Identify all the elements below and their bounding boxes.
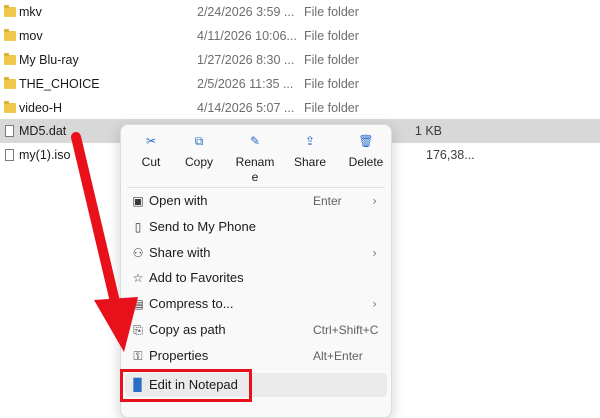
chevron-right-icon: ›: [372, 194, 377, 208]
menu-item-label: Properties: [149, 348, 209, 363]
compress-icon: ▤: [132, 297, 144, 311]
chevron-right-icon: ›: [372, 246, 377, 260]
copy-button[interactable]: ⧉ Copy: [178, 131, 220, 183]
copy-icon: ⧉: [194, 134, 204, 148]
file-size: 176,38...: [426, 148, 475, 162]
file-date: 4/14/2026 5:07 ...: [197, 101, 295, 115]
cut-icon: ✂: [145, 134, 157, 148]
document-icon: [5, 149, 14, 161]
copy-path-icon: ⎘: [133, 323, 143, 337]
file-name: video-H: [19, 101, 63, 115]
delete-label: Delete: [348, 155, 384, 169]
file-date: 1/27/2026 8:30 ...: [197, 53, 295, 67]
document-icon: [5, 125, 14, 137]
folder-icon: [4, 5, 16, 17]
file-date: 4/11/2026 10:06...: [197, 29, 297, 43]
menu-item-label: Compress to...: [149, 296, 234, 311]
file-date: 2/24/2026 3:59 ...: [197, 5, 295, 19]
rename-button[interactable]: ✎ Renam e: [233, 131, 277, 184]
share-with-icon: ⚇: [132, 246, 144, 260]
file-size: 1 KB: [414, 124, 442, 138]
rename-label-line-1: Renam: [235, 155, 275, 169]
properties-icon: ⚿: [133, 349, 143, 363]
delete-icon: 🗑: [358, 134, 374, 148]
menu-item-share-with[interactable]: ⚇ Share with ›: [125, 241, 387, 265]
file-row-my-blu-ray[interactable]: My Blu-ray 1/27/2026 8:30 ... File folde…: [0, 48, 600, 72]
rename-icon: ✎: [249, 134, 261, 148]
file-type: File folder: [304, 53, 359, 67]
cut-button[interactable]: ✂ Cut: [129, 131, 173, 183]
share-label: Share: [293, 155, 327, 169]
file-name: mov: [19, 29, 43, 43]
menu-item-properties[interactable]: ⚿ Properties Alt+Enter: [125, 344, 387, 368]
folder-icon: [4, 101, 16, 113]
context-menu-actions: ✂ Cut ⧉ Copy ✎ Renam e ⇪ Share 🗑 Delete: [121, 125, 391, 187]
copy-label: Copy: [184, 155, 213, 169]
file-row-mkv[interactable]: mkv 2/24/2026 3:59 ... File folder: [0, 0, 600, 24]
cut-label: Cut: [141, 155, 161, 169]
star-icon: ☆: [132, 271, 144, 285]
menu-item-open-with[interactable]: ▣ Open with Enter ›: [125, 189, 387, 213]
rename-label-line-2: e: [251, 170, 259, 184]
folder-icon: [4, 77, 16, 89]
folder-icon: [4, 53, 16, 65]
delete-button[interactable]: 🗑 Delete: [343, 131, 389, 183]
file-name: my(1).iso: [19, 148, 71, 162]
file-name: MD5.dat: [19, 124, 67, 138]
menu-item-shortcut: Alt+Enter: [313, 349, 363, 363]
menu-item-copy-as-path[interactable]: ⎘ Copy as path Ctrl+Shift+C: [125, 318, 387, 342]
folder-icon: [4, 29, 16, 41]
menu-item-send-to-my-phone[interactable]: ▯ Send to My Phone: [125, 215, 387, 239]
file-name: THE_CHOICE: [19, 77, 100, 91]
menu-item-add-to-favorites[interactable]: ☆ Add to Favorites: [125, 266, 387, 290]
file-type: File folder: [304, 29, 359, 43]
menu-item-shortcut: Ctrl+Shift+C: [313, 323, 379, 337]
menu-item-label: Add to Favorites: [149, 270, 244, 285]
menu-item-label: Open with: [149, 193, 208, 208]
file-type: File folder: [304, 77, 359, 91]
menu-item-label: Send to My Phone: [149, 219, 256, 234]
file-type: File folder: [304, 101, 359, 115]
file-row-the-choice[interactable]: THE_CHOICE 2/5/2026 11:35 ... File folde…: [0, 72, 600, 96]
menu-divider: [127, 187, 385, 188]
file-date: 2/5/2026 11:35 ...: [197, 77, 294, 91]
highlight-box: [120, 369, 252, 402]
menu-item-label: Share with: [149, 245, 211, 260]
menu-item-shortcut: Enter: [313, 194, 342, 208]
share-icon: ⇪: [304, 134, 316, 148]
file-type: File folder: [304, 5, 359, 19]
file-name: mkv: [19, 5, 42, 19]
file-row-mov[interactable]: mov 4/11/2026 10:06... File folder: [0, 24, 600, 48]
file-row-video-h[interactable]: video-H 4/14/2026 5:07 ... File folder: [0, 96, 600, 120]
phone-icon: ▯: [134, 220, 142, 234]
file-name: My Blu-ray: [19, 53, 79, 67]
menu-item-label: Copy as path: [149, 322, 226, 337]
open-with-icon: ▣: [132, 194, 144, 208]
menu-item-compress-to[interactable]: ▤ Compress to... ›: [125, 292, 387, 316]
chevron-right-icon: ›: [372, 297, 377, 311]
share-button[interactable]: ⇪ Share: [289, 131, 331, 183]
